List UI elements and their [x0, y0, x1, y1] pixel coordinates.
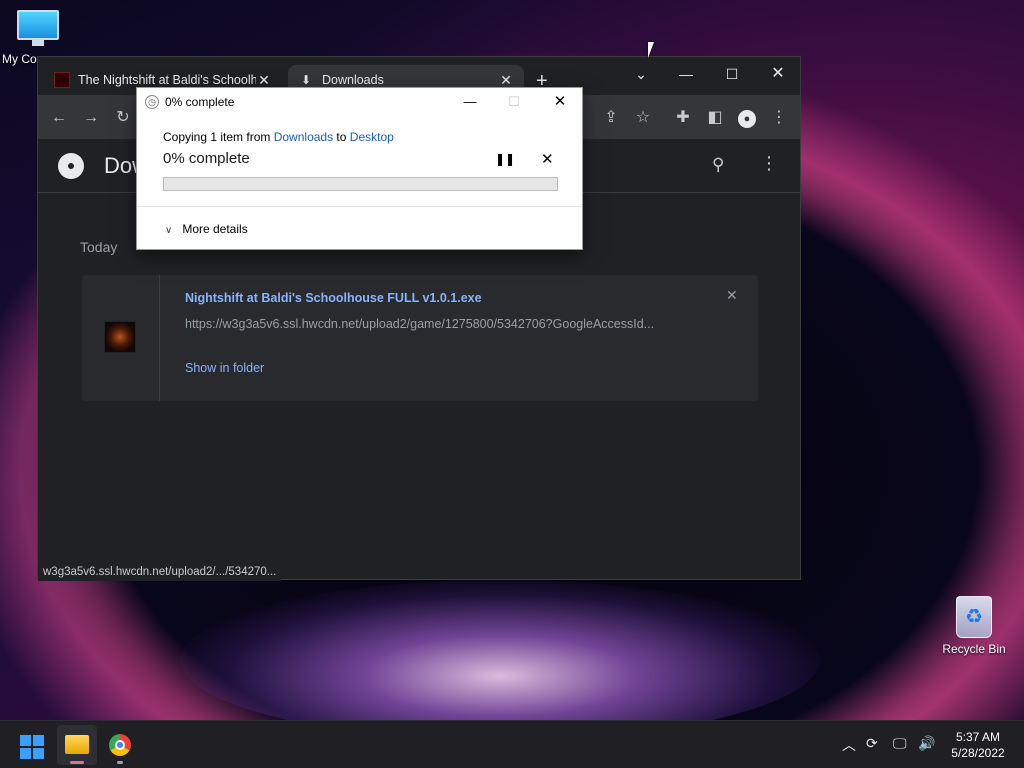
game-icon — [54, 72, 70, 88]
maximize-button[interactable]: ☐ — [709, 61, 755, 87]
download-icon: ⬇ — [300, 73, 312, 87]
status-bar: w3g3a5v6.ssl.hwcdn.net/upload2/.../53427… — [38, 563, 282, 581]
dialog-maximize-button: ☐ — [508, 94, 520, 109]
more-options-icon[interactable]: ⋮ — [760, 153, 778, 174]
menu-dots-icon[interactable]: ⋮ — [768, 107, 790, 129]
dialog-title: 0% complete — [165, 95, 235, 109]
desktop-icon-recycle-bin[interactable]: ♻ Recycle Bin — [934, 596, 1014, 656]
dialog-titlebar: ◷ 0% complete — ☐ ✕ — [137, 88, 582, 116]
chrome-icon — [109, 734, 131, 756]
taskbar-file-explorer[interactable] — [57, 725, 97, 765]
sync-update-icon[interactable]: ⟳ — [866, 735, 878, 752]
chevron-down-icon: ∨ — [165, 225, 173, 236]
dialog-divider — [137, 206, 582, 207]
volume-icon[interactable]: 🔊 — [918, 735, 935, 752]
monitor-stand — [32, 40, 44, 46]
share-icon[interactable]: ⇪ — [600, 107, 622, 129]
reload-icon[interactable]: ↻ — [112, 107, 134, 129]
chevron-down-icon[interactable]: ⌄ — [618, 61, 664, 87]
clock-time: 5:37 AM — [955, 730, 1001, 744]
start-button[interactable] — [12, 725, 52, 765]
side-panel-icon[interactable]: ◧ — [704, 107, 726, 129]
close-icon[interactable]: ✕ — [256, 72, 272, 89]
tab-title: The Nightshift at Baldi's Schoolhouse — [78, 73, 256, 87]
cancel-copy-button[interactable]: ✕ — [541, 150, 554, 168]
tab-title: Downloads — [322, 73, 384, 87]
dialog-close-button[interactable]: ✕ — [545, 92, 575, 112]
minimize-button[interactable]: — — [663, 61, 709, 87]
remove-download-icon[interactable]: ✕ — [726, 287, 738, 304]
recycle-bin-icon: ♻ — [956, 596, 992, 638]
clock-date: 5/28/2022 — [951, 746, 1005, 760]
more-details-toggle[interactable]: ∨ More details — [165, 222, 248, 236]
desktop-icon-label: Recycle Bin — [942, 642, 1006, 656]
mouse-cursor — [648, 42, 654, 58]
source-link[interactable]: Downloads — [274, 130, 333, 144]
copy-prefix: Copying 1 item from — [163, 130, 274, 144]
wallpaper-glow — [180, 580, 820, 740]
star-icon[interactable]: ☆ — [632, 107, 654, 129]
search-icon[interactable]: ⚲ — [712, 155, 724, 175]
download-item: Nightshift at Baldi's Schoolhouse FULL v… — [82, 275, 758, 401]
windows-logo-icon — [20, 735, 44, 759]
extensions-icon[interactable]: ✚ — [672, 107, 694, 129]
file-url[interactable]: https://w3g3a5v6.ssl.hwcdn.net/upload2/g… — [185, 317, 654, 331]
show-hidden-icons-chevron-icon[interactable]: ︿ — [842, 735, 856, 755]
copy-progress-dialog: ◷ 0% complete — ☐ ✕ Copying 1 item from … — [136, 87, 583, 250]
destination-link[interactable]: Desktop — [350, 130, 394, 144]
progress-percent-text: 0% complete — [163, 150, 250, 167]
network-icon[interactable]: 🖵 — [893, 735, 907, 752]
close-window-button[interactable]: ✕ — [755, 61, 801, 87]
to-word: to — [333, 130, 350, 144]
folder-icon — [65, 735, 89, 754]
copy-description: Copying 1 item from Downloads to Desktop — [163, 130, 394, 144]
taskbar: ︿ ⟳ 🖵 🔊 5:37 AM 5/28/2022 — [0, 720, 1024, 768]
back-arrow-icon[interactable]: ← — [48, 107, 70, 129]
monitor-icon — [17, 10, 59, 40]
close-icon[interactable]: ✕ — [498, 72, 514, 89]
pause-button[interactable]: ❚❚ — [495, 152, 515, 166]
date-heading: Today — [80, 239, 118, 255]
show-in-folder-link[interactable]: Show in folder — [185, 361, 264, 375]
taskbar-chrome[interactable] — [100, 725, 140, 765]
profile-icon[interactable]: ● — [736, 107, 758, 129]
dialog-minimize-button[interactable]: — — [455, 92, 485, 112]
copy-progress-bar — [163, 177, 558, 191]
file-thumbnail — [104, 321, 136, 353]
file-name-link[interactable]: Nightshift at Baldi's Schoolhouse FULL v… — [185, 291, 482, 305]
system-clock[interactable]: 5:37 AM 5/28/2022 — [946, 729, 1010, 761]
more-details-label: More details — [182, 222, 248, 236]
forward-arrow-icon[interactable]: → — [80, 107, 102, 129]
thumbnail-column — [82, 275, 160, 401]
clock-icon: ◷ — [145, 95, 159, 109]
running-indicator — [117, 761, 123, 764]
chrome-logo-icon — [58, 153, 84, 179]
active-indicator — [70, 761, 84, 764]
